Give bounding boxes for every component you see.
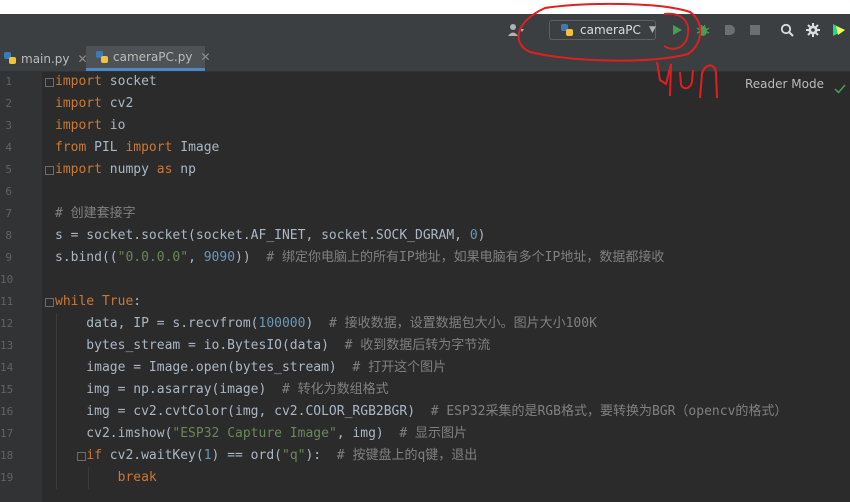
code-line: bytes_stream = io.BytesIO(data) # 收到数据后转… [55,338,491,353]
editor-tabs: main.py ✕ cameraPC.py ✕ [0,46,850,72]
line-number: 3 [5,119,12,132]
run-config-label: cameraPC [580,23,641,37]
tab-main-py[interactable]: main.py ✕ [0,46,88,71]
python-file-icon [4,52,17,65]
line-number: 11 [0,295,14,308]
code-line: from PIL import Image [55,140,220,155]
line-number: 16 [0,405,14,418]
code-line: import numpy as np [55,162,196,177]
line-number: 19 [0,471,14,484]
code-line: import cv2 [55,96,134,111]
code-line: data, IP = s.recvfrom(100000) # 接收数据，设置数… [55,316,597,331]
run-icon[interactable] [667,19,687,41]
pycharm-icon[interactable] [829,19,849,41]
window-top-strip [0,0,850,14]
code-line: if cv2.waitKey(1) == ord("q"): # 按键盘上的q键… [86,448,478,463]
code-line: import io [55,118,126,133]
code-line: s = socket.socket(socket.AF_INET, socket… [55,228,486,243]
fold-marker-icon[interactable] [45,166,54,175]
line-number: 7 [5,207,12,220]
user-icon[interactable] [504,20,528,40]
code-line: s.bind(("0.0.0.0", 9090)) # 绑定你电脑上的所有IP地… [55,250,665,265]
check-icon [834,79,846,98]
debug-icon[interactable] [693,19,713,41]
dropdown-icon: ▼ [648,25,656,35]
line-number: 13 [0,339,14,352]
line-number: 15 [0,383,14,396]
search-icon[interactable] [777,19,797,41]
run-configuration-selector[interactable]: cameraPC ▼ [549,20,656,40]
code-line: img = np.asarray(image) # 转化为数组格式 [55,382,389,397]
line-number: 4 [5,141,12,154]
line-number: 17 [0,427,14,440]
python-file-icon [96,50,109,64]
line-number: 5 [5,163,12,176]
tab-camerapc-py[interactable]: cameraPC.py ✕ [86,46,211,71]
line-number: 10 [0,273,14,286]
code-line: cv2.imshow("ESP32 Capture Image", img) #… [55,426,468,441]
code-line: break [117,470,157,485]
tab-label: cameraPC.py [113,50,193,64]
code-line: while True: [55,294,142,309]
line-number-gutter: 1 2 3 4 5 6 7 8 9 10 11 12 13 14 15 16 1… [0,71,42,502]
line-number: 14 [0,361,14,374]
gear-icon[interactable] [803,19,823,41]
line-number: 8 [5,229,12,242]
code-line: img = cv2.cvtColor(img, cv2.COLOR_RGB2BG… [55,404,788,419]
close-icon[interactable]: ✕ [200,50,210,64]
line-number: 6 [5,185,12,198]
line-number: 1 [5,75,12,88]
fold-marker-icon[interactable] [45,78,54,87]
reader-mode-toggle[interactable]: Reader Mode [745,77,824,91]
tab-label: main.py [21,51,70,66]
code-line: image = Image.open(bytes_stream) # 打开这个图… [55,360,447,375]
code-line: import socket [55,74,157,89]
coverage-icon[interactable] [719,19,739,41]
line-number: 12 [0,317,14,330]
fold-marker-icon[interactable] [45,298,54,307]
stop-icon[interactable] [745,19,765,41]
line-number: 9 [5,251,12,264]
python-icon [560,23,574,37]
code-line: # 创建套接字 [55,206,136,221]
line-number: 2 [5,97,12,110]
line-number: 18 [0,449,14,462]
